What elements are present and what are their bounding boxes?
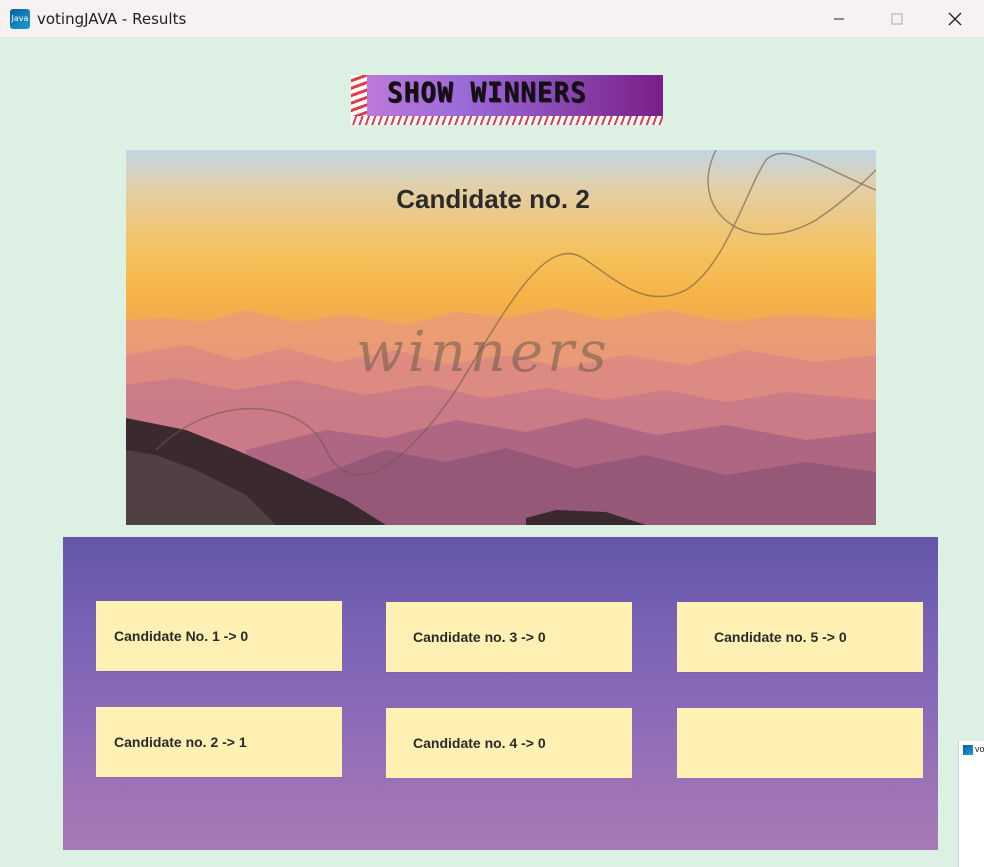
- result-card: Candidate no. 5 -> 0: [677, 602, 923, 672]
- window-controls: [810, 0, 984, 38]
- result-card: Candidate No. 1 -> 0: [96, 601, 342, 671]
- show-winners-label: SHOW WINNERS: [387, 77, 587, 109]
- background-window[interactable]: voti: [958, 741, 984, 867]
- result-card-empty: [677, 708, 923, 778]
- maximize-button[interactable]: [868, 0, 926, 38]
- results-window-content: SHOW WINNERS Candidate no. 2 winners Can…: [0, 38, 984, 867]
- winner-name: Candidate no. 2: [396, 184, 590, 214]
- java-app-icon: [963, 745, 973, 755]
- results-panel: Candidate No. 1 -> 0 Candidate no. 3 -> …: [63, 537, 938, 850]
- java-app-icon: Java: [10, 8, 30, 29]
- result-card: Candidate no. 4 -> 0: [386, 708, 632, 778]
- winners-script-caption: winners: [356, 320, 611, 385]
- window-title: votingJAVA - Results: [37, 9, 187, 28]
- result-card: Candidate no. 2 -> 1: [96, 707, 342, 777]
- title-bar: Java votingJAVA - Results: [0, 0, 984, 38]
- close-button[interactable]: [926, 0, 984, 38]
- background-window-title: voti: [975, 744, 984, 754]
- minimize-icon: [834, 18, 844, 20]
- banner-stripe: [351, 116, 663, 125]
- maximize-icon: [891, 13, 903, 25]
- show-winners-button[interactable]: SHOW WINNERS: [351, 75, 663, 125]
- minimize-button[interactable]: [810, 0, 868, 38]
- close-icon: [948, 12, 962, 26]
- result-card: Candidate no. 3 -> 0: [386, 602, 632, 672]
- winner-image: Candidate no. 2 winners: [126, 150, 876, 525]
